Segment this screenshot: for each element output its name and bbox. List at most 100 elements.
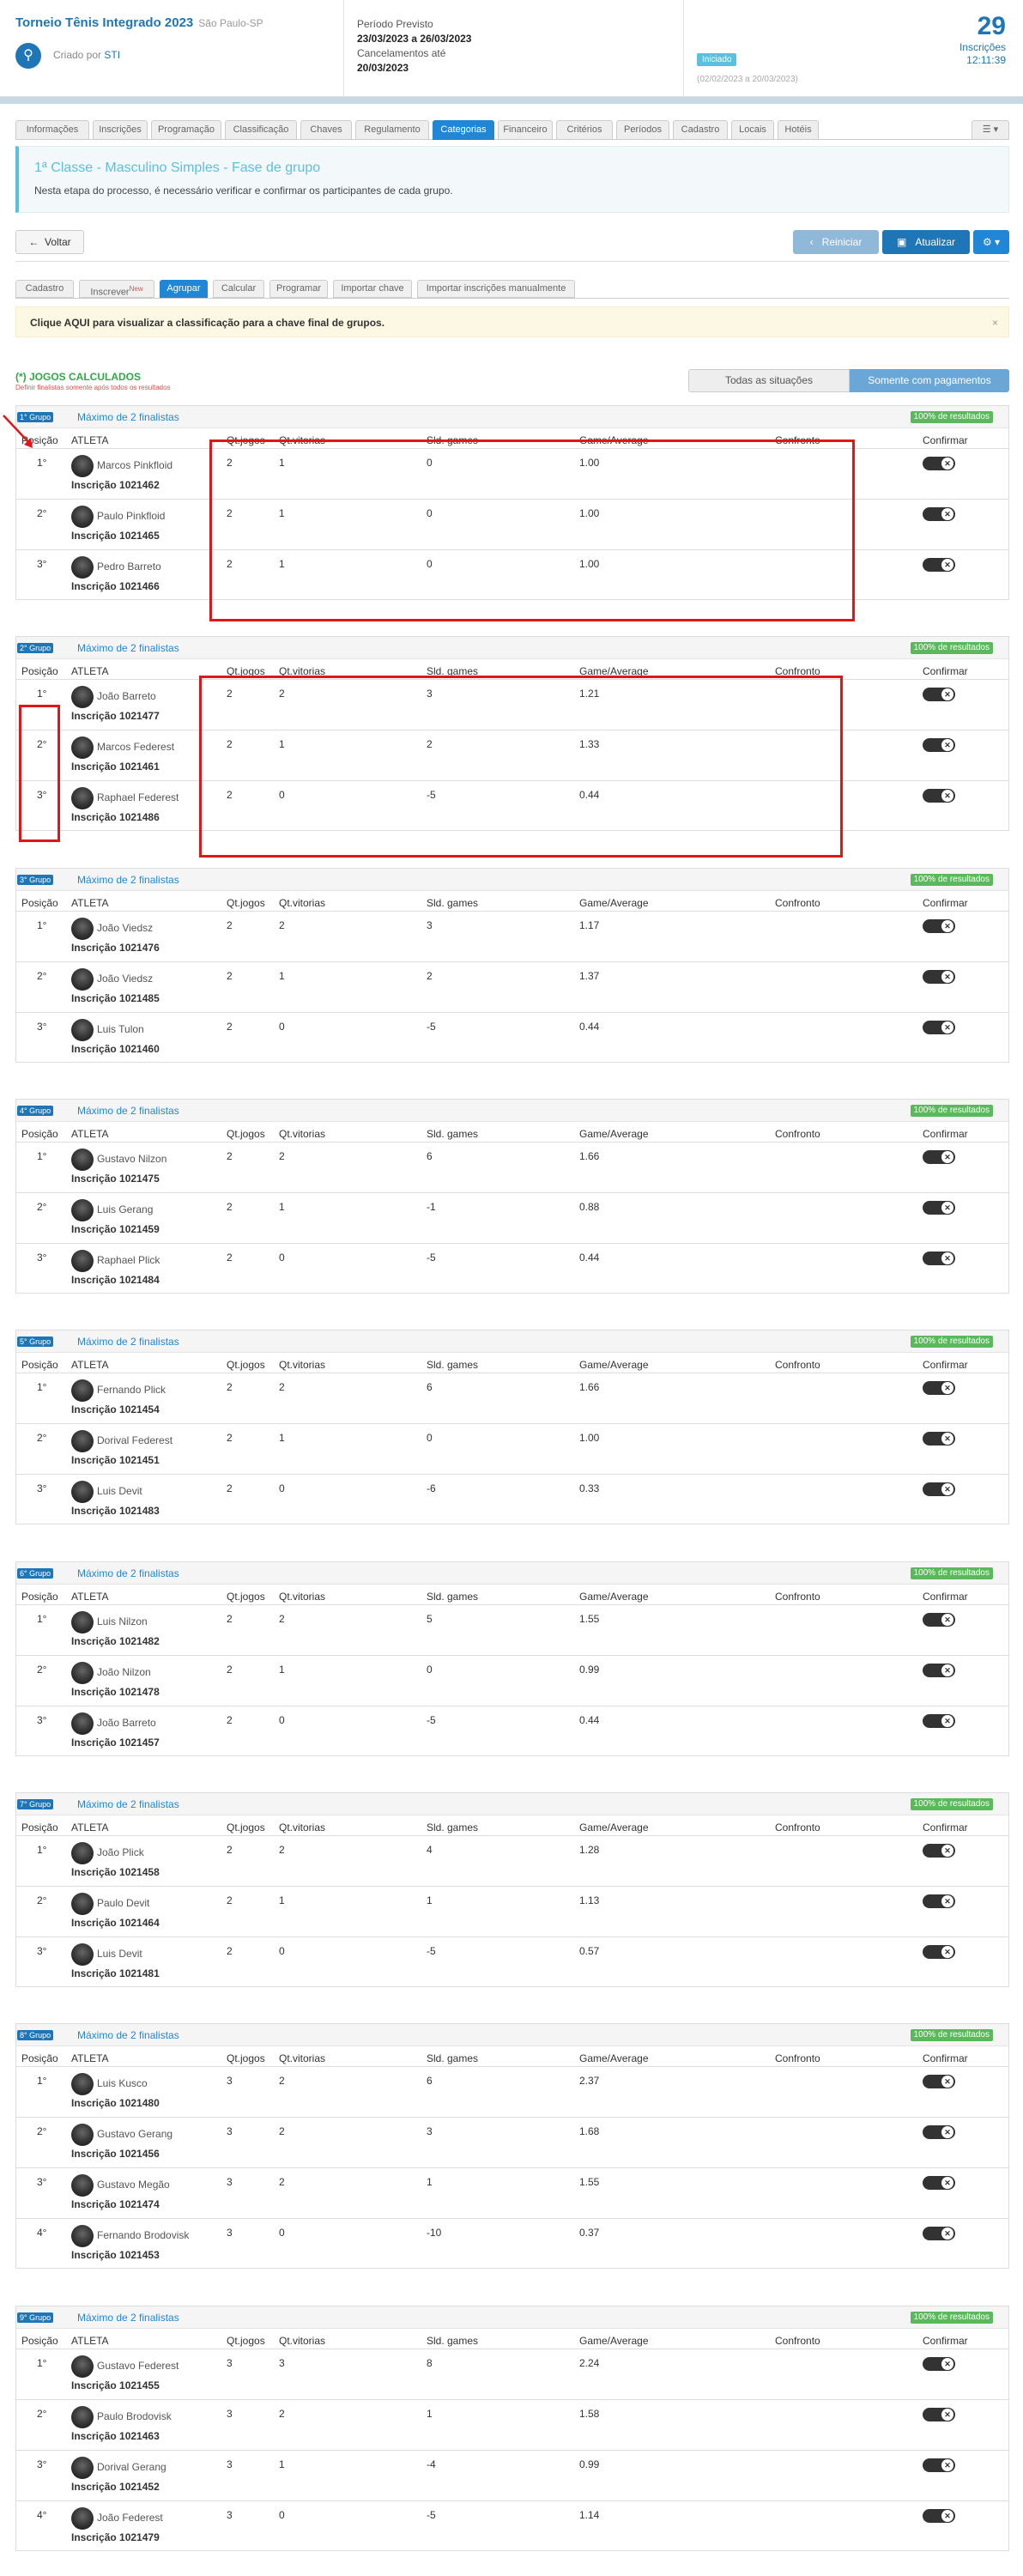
confirm-toggle[interactable] (923, 2176, 955, 2190)
subtab-agrupar[interactable]: Agrupar (160, 280, 208, 298)
confirm-toggle[interactable] (923, 1664, 955, 1677)
athlete-name[interactable]: Gustavo Federest (97, 2360, 179, 2372)
classification-notice[interactable]: Clique AQUI para visualizar a classifica… (15, 306, 1009, 337)
group-max-finalists-link[interactable]: Máximo de 2 finalistas (77, 1567, 179, 1579)
group-max-finalists-link[interactable]: Máximo de 2 finalistas (77, 1336, 179, 1348)
confirm-toggle[interactable] (923, 1894, 955, 1908)
confirm-toggle[interactable] (923, 2357, 955, 2371)
athlete-name[interactable]: João Nilzon (97, 1666, 151, 1678)
subtab-inscrever[interactable]: InscreverNew (79, 280, 154, 298)
filter-paid-button[interactable]: Somente com pagamentos (850, 369, 1009, 392)
athlete-name[interactable]: João Plick (97, 1846, 144, 1858)
tab-informacoes[interactable]: Informações (15, 120, 89, 140)
group-max-finalists-link[interactable]: Máximo de 2 finalistas (77, 1798, 179, 1810)
athlete-name[interactable]: Gustavo Megão (97, 2179, 170, 2191)
back-button[interactable]: ← Voltar (15, 230, 84, 254)
atualizar-button[interactable]: ▣ Atualizar (882, 230, 970, 254)
subtab-calcular[interactable]: Calcular (213, 280, 264, 298)
confirm-toggle[interactable] (923, 1482, 955, 1496)
athlete-name[interactable]: Raphael Plick (97, 1254, 160, 1266)
confirm-toggle[interactable] (923, 2408, 955, 2421)
group-max-finalists-link[interactable]: Máximo de 2 finalistas (77, 2312, 179, 2324)
athlete-name[interactable]: Fernando Plick (97, 1384, 166, 1396)
creator-link[interactable]: STI (104, 49, 120, 61)
tournament-title[interactable]: Torneio Tênis Integrado 2023 (15, 15, 193, 30)
tab-categorias[interactable]: Categorias (433, 120, 494, 140)
athlete-name[interactable]: Dorival Gerang (97, 2461, 166, 2473)
settings-dropdown-button[interactable]: ⚙ ▾ (973, 230, 1009, 254)
confirm-toggle[interactable] (923, 1432, 955, 1446)
confirm-toggle[interactable] (923, 1844, 955, 1858)
athlete-name[interactable]: Luis Nilzon (97, 1615, 148, 1627)
confirm-toggle[interactable] (923, 2125, 955, 2139)
confirm-toggle[interactable] (923, 738, 955, 752)
confirm-toggle[interactable] (923, 2075, 955, 2088)
tab-inscricoes[interactable]: Inscrições (93, 120, 148, 140)
athlete-name[interactable]: Luis Kusco (97, 2077, 148, 2089)
confirm-toggle[interactable] (923, 1150, 955, 1164)
tab-cadastro[interactable]: Cadastro (673, 120, 728, 140)
confirm-toggle[interactable] (923, 1613, 955, 1627)
tab-locais[interactable]: Locais (731, 120, 774, 140)
athlete-name[interactable]: Marcos Federest (97, 741, 174, 753)
inscriptions-counter[interactable]: 29 Inscrições 12:11:39 (959, 12, 1006, 67)
subtab-importar-chave[interactable]: Importar chave (333, 280, 412, 298)
athlete-name[interactable]: Fernando Brodovisk (97, 2229, 189, 2241)
athlete-name[interactable]: Paulo Devit (97, 1897, 149, 1909)
group-max-finalists-link[interactable]: Máximo de 2 finalistas (77, 874, 179, 886)
confirm-toggle[interactable] (923, 1252, 955, 1265)
tab-regulamento[interactable]: Regulamento (355, 120, 429, 140)
athlete-name[interactable]: João Viedsz (97, 922, 153, 934)
athlete-name[interactable]: Dorival Federest (97, 1434, 173, 1446)
athlete-name[interactable]: Paulo Brodovisk (97, 2410, 172, 2422)
confirm-toggle[interactable] (923, 457, 955, 470)
athlete-name[interactable]: Luis Devit (97, 1948, 142, 1960)
athlete-name[interactable]: Luis Devit (97, 1485, 142, 1497)
confirm-toggle[interactable] (923, 1945, 955, 1959)
athlete-name[interactable]: João Barreto (97, 1717, 156, 1729)
close-icon[interactable]: × (992, 317, 998, 329)
confirm-toggle[interactable] (923, 1201, 955, 1215)
athlete-name[interactable]: João Viedsz (97, 973, 153, 985)
athlete-name[interactable]: João Federest (97, 2512, 163, 2524)
confirm-toggle[interactable] (923, 688, 955, 701)
confirm-toggle[interactable] (923, 919, 955, 933)
athlete-name[interactable]: Pedro Barreto (97, 561, 161, 573)
confirm-toggle[interactable] (923, 558, 955, 572)
confirm-toggle[interactable] (923, 1714, 955, 1728)
tab-chaves[interactable]: Chaves (300, 120, 352, 140)
athlete-name[interactable]: Gustavo Nilzon (97, 1153, 166, 1165)
subtab-programar[interactable]: Programar (269, 280, 328, 298)
athlete-name[interactable]: Paulo Pinkfloid (97, 510, 165, 522)
tab-programacao[interactable]: Programação (151, 120, 221, 140)
confirm-toggle[interactable] (923, 507, 955, 521)
confirm-toggle[interactable] (923, 2458, 955, 2472)
athlete-name[interactable]: Luis Tulon (97, 1023, 144, 1035)
confirm-toggle[interactable] (923, 1381, 955, 1395)
confirm-toggle[interactable] (923, 2227, 955, 2240)
tabs-menu-button[interactable]: ☰ ▾ (972, 120, 1009, 140)
subtab-importar-inscricoes-manualmente[interactable]: Importar inscrições manualmente (417, 280, 575, 298)
athlete-name[interactable]: Gustavo Gerang (97, 2128, 173, 2140)
group-max-finalists-link[interactable]: Máximo de 2 finalistas (77, 2029, 179, 2041)
classification-link[interactable]: Clique AQUI para visualizar a classifica… (30, 317, 384, 329)
athlete-name[interactable]: Marcos Pinkfloid (97, 459, 173, 471)
tab-hoteis[interactable]: Hotéis (778, 120, 819, 140)
tab-criterios[interactable]: Critérios (556, 120, 613, 140)
group-max-finalists-link[interactable]: Máximo de 2 finalistas (77, 411, 179, 423)
reiniciar-button[interactable]: ‹ Reiniciar (793, 230, 879, 254)
group-max-finalists-link[interactable]: Máximo de 2 finalistas (77, 1105, 179, 1117)
athlete-name[interactable]: Raphael Federest (97, 791, 179, 803)
athlete-name[interactable]: Luis Gerang (97, 1203, 153, 1215)
confirm-toggle[interactable] (923, 970, 955, 984)
confirm-toggle[interactable] (923, 789, 955, 803)
athlete-name[interactable]: João Barreto (97, 690, 156, 702)
group-max-finalists-link[interactable]: Máximo de 2 finalistas (77, 642, 179, 654)
tab-classificacao[interactable]: Classificação (225, 120, 297, 140)
tab-periodos[interactable]: Períodos (616, 120, 669, 140)
tab-financeiro[interactable]: Financeiro (498, 120, 553, 140)
subtab-cadastro[interactable]: Cadastro (15, 280, 74, 298)
confirm-toggle[interactable] (923, 1021, 955, 1034)
confirm-toggle[interactable] (923, 2509, 955, 2523)
filter-all-button[interactable]: Todas as situações (688, 369, 850, 392)
